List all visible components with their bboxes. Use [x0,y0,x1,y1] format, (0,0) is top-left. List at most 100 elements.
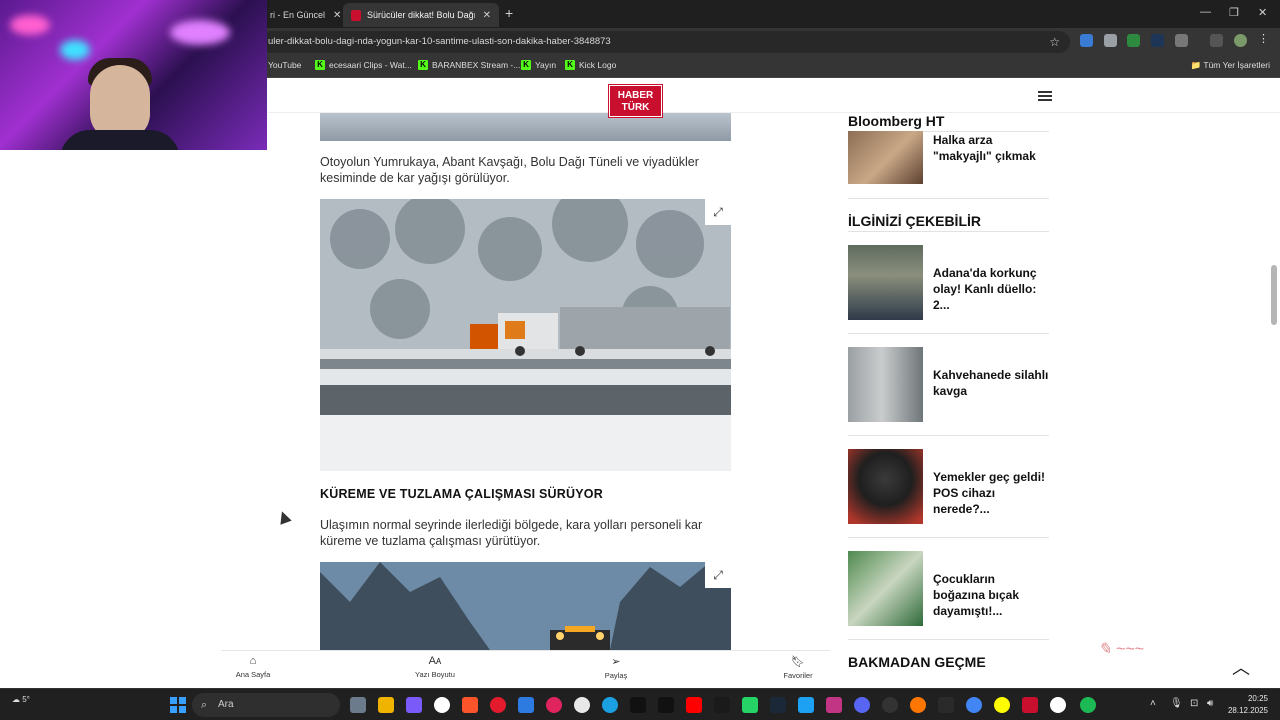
reading-list-icon[interactable] [1210,34,1223,47]
tab-label: Sürücüler dikkat! Bolu Dağı'nda [367,10,475,20]
tiktok-icon[interactable] [630,697,646,713]
article-action-bar: ⌂ Ana Sayfa Aᴀ Yazı Boyutu ➢ Paylaş 🔖︎ F… [221,650,830,688]
url-field[interactable]: uler-dikkat-bolu-dagi-nda-yogun-kar-10-s… [260,31,1070,53]
kick-icon: K [565,60,575,70]
opera-icon[interactable] [490,697,506,713]
app-icon[interactable] [910,697,926,713]
home-button[interactable]: ⌂ Ana Sayfa [218,655,288,679]
favorites-button[interactable]: 🔖︎ Favoriler [763,655,833,680]
network-icon[interactable]: ⊡ [1190,698,1198,709]
sidebar-news-title: Adana'da korkunç olay! Kanlı düello: 2..… [933,266,1037,312]
extension-icon[interactable] [1151,34,1164,47]
web-page: HABER TÜRK Otoyolun Yumrukaya, Abant Kav… [0,79,1280,688]
yandex-icon[interactable] [1050,697,1066,713]
edge-icon[interactable] [602,697,618,713]
close-window-button[interactable]: ✕ [1258,6,1267,19]
sidebar-news-item[interactable]: Kahvehanede silahlı kavga [848,347,1049,423]
expand-icon[interactable]: ⤢ [705,562,731,588]
clock-date: 28.12.2025 [1227,706,1268,715]
bookmark-item[interactable]: K Yayın [521,60,556,70]
media-player-icon[interactable] [546,697,562,713]
whatsapp-icon[interactable] [742,697,758,713]
minimize-button[interactable]: — [1200,6,1211,18]
app-icon[interactable] [714,697,730,713]
brave-icon[interactable] [462,697,478,713]
avatar[interactable] [1234,34,1247,47]
volume-icon[interactable]: 🔊︎ [1207,698,1213,709]
light-glow [10,15,50,35]
taskbar-search[interactable]: ⌕ Ara [192,693,340,717]
search-icon: ⌕ [201,699,208,711]
spotify-icon[interactable] [1080,697,1096,713]
bookmark-star-icon[interactable]: ☆ [1049,31,1060,53]
snowy-forest-plow-photo [320,562,731,650]
article-image[interactable]: ⤢ [320,562,731,650]
chrome-icon[interactable] [966,697,982,713]
tab-inactive[interactable]: ri - En Güncel ✕ [262,3,349,27]
action-label: Paylaş [604,671,628,680]
discord-icon[interactable] [854,697,870,713]
all-bookmarks[interactable]: 📁 Tüm Yer İşaretleri [1191,60,1270,71]
snapchat-icon[interactable] [994,697,1010,713]
bookmark-item[interactable]: K Kick Logo [565,60,616,70]
speedometer-icon[interactable] [882,697,898,713]
scroll-to-top-icon[interactable]: ︿ [1227,654,1255,682]
microphone-icon[interactable]: 🎙︎ [1170,698,1183,709]
scrollbar[interactable] [1271,265,1277,325]
puzzle-icon[interactable] [1175,34,1188,47]
bookmark-item[interactable]: K BARANBEX Stream -... [418,60,520,70]
close-tab-icon[interactable]: ✕ [483,10,491,21]
clock[interactable]: 20:25 28.12.2025 [1228,693,1268,717]
kick-icon: K [418,60,428,70]
expand-icon[interactable]: ⤢ [705,199,731,225]
hamburger-menu-icon[interactable] [1038,91,1052,101]
new-tab-button[interactable]: + [505,5,513,21]
haberturk-logo[interactable]: HABER TÜRK [608,84,663,118]
bookmark-label: Kick Logo [579,60,617,70]
bookmark-item[interactable]: Kecesaari Clips - Wat... [315,60,412,70]
start-button[interactable] [170,697,186,713]
twitter-icon[interactable] [798,697,814,713]
youtube-icon[interactable] [686,697,702,713]
tab-active[interactable]: Sürücüler dikkat! Bolu Dağı'nda ✕ [343,3,499,27]
instagram-icon[interactable] [826,697,842,713]
extension-icon[interactable] [1127,34,1140,47]
bookmark-label: BARANBEX Stream -... [432,60,521,70]
action-label: Ana Sayfa [235,670,271,679]
file-explorer-icon[interactable] [378,697,394,713]
font-size-button[interactable]: Aᴀ Yazı Boyutu [400,655,470,679]
clock-time: 20:25 [1247,694,1268,703]
app-icon[interactable] [1022,697,1038,713]
bookmark-item[interactable]: YouTube [268,60,301,70]
sidebar-news-item[interactable]: Adana'da korkunç olay! Kanlı düello: 2..… [848,245,1049,321]
bookmark-icon: 🔖︎ [791,656,805,668]
extension-icon[interactable] [1080,34,1093,47]
task-view-icon[interactable] [350,697,366,713]
chevron-up-icon[interactable]: ˄ [1150,698,1156,709]
store-icon[interactable] [518,697,534,713]
copilot-icon[interactable] [406,697,422,713]
sidebar-news-item[interactable]: Çocukların boğazına bıçak dayamıştı!... [848,551,1049,627]
menu-dots-icon[interactable]: ⋮ [1258,32,1271,45]
netflix-icon[interactable] [658,697,674,713]
streamer-shirt [60,130,180,150]
shield-icon[interactable] [1104,34,1117,47]
sidebar-news-item[interactable]: Yemekler geç geldi! POS cihazı nerede?..… [848,449,1049,525]
share-button[interactable]: ➢ Paylaş [581,655,651,680]
light-glow [170,20,230,45]
app-icon[interactable] [434,697,450,713]
logo-line: TÜRK [621,102,650,113]
steam-icon[interactable] [770,697,786,713]
divider [848,537,1049,538]
app-icon[interactable] [574,697,590,713]
close-tab-icon[interactable]: ✕ [333,10,341,21]
bookmark-label: YouTube [268,60,302,70]
article-paragraph: Ulaşımın normal seyrinde ilerlediği bölg… [320,518,703,548]
site-header: HABER TÜRK [268,79,1280,118]
sidebar-news-item[interactable]: Halka arza "makyajlı" çıkmak [848,131,1049,185]
epic-games-icon[interactable] [938,697,954,713]
restore-button[interactable]: ❐ [1229,6,1239,19]
url-text: uler-dikkat-bolu-dagi-nda-yogun-kar-10-s… [268,36,611,47]
weather-widget[interactable]: ☁ 5° [12,695,30,704]
article-image[interactable]: ⤢ [320,199,731,471]
